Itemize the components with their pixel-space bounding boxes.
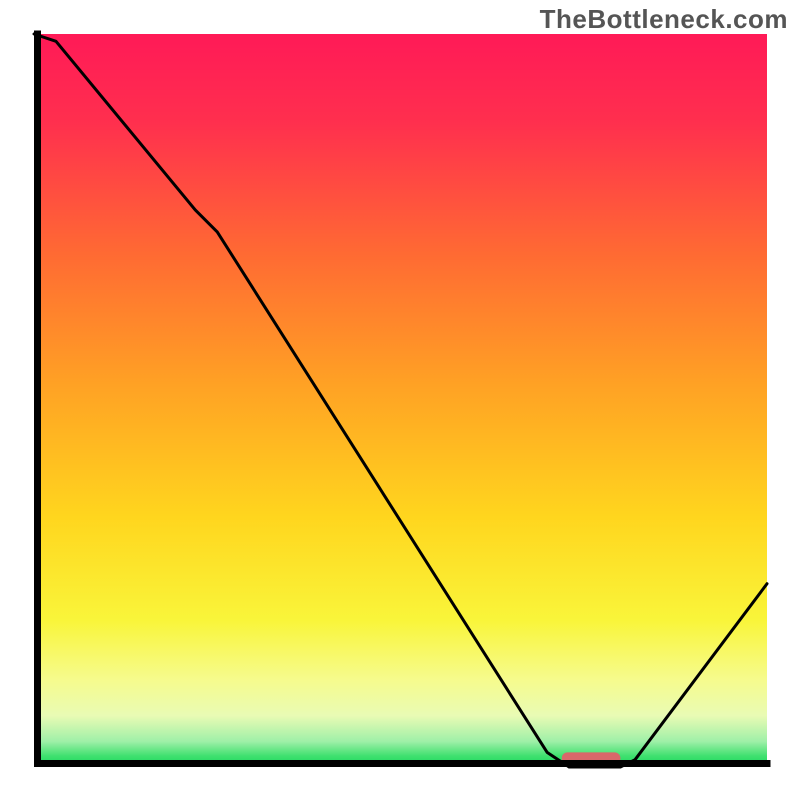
bottleneck-chart: TheBottleneck.com [0,0,800,800]
watermark-label: TheBottleneck.com [540,4,788,35]
chart-svg [0,0,800,800]
plot-background [34,34,767,767]
